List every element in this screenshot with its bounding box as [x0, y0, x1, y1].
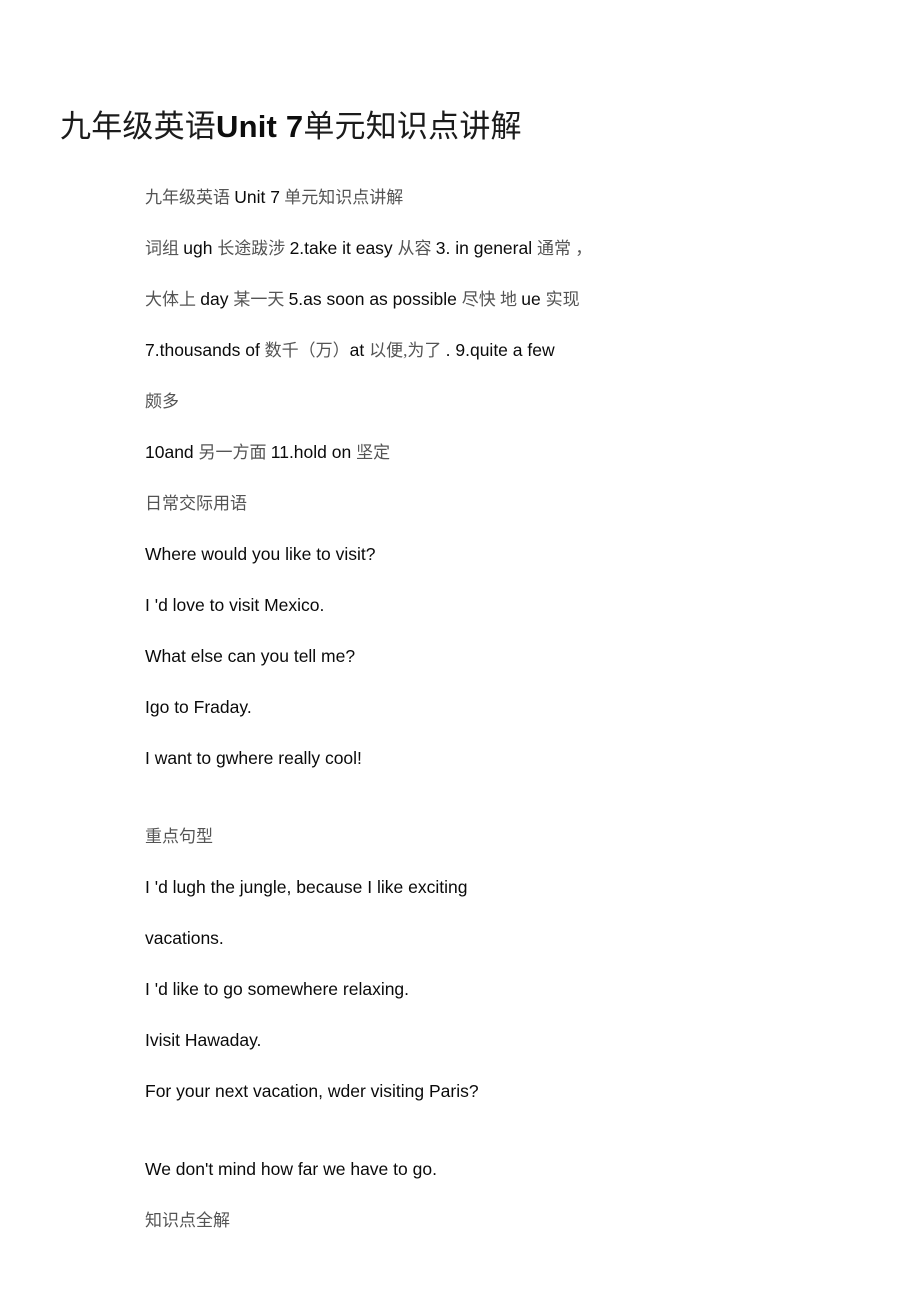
phrases-line-3-run-1: 数千（万）: [264, 341, 350, 360]
phrases-line-4: 颇多: [145, 392, 179, 411]
phrases-line-2-run-5: ue: [521, 289, 546, 309]
phrases-line-5-run-3: 坚定: [356, 443, 391, 462]
heading-key-sentence-patterns: 重点句型: [145, 827, 213, 846]
phrases-line-1-run-0: 词组: [145, 239, 184, 258]
document-body: 九年级英语 Unit 7 单元知识点讲解 词组 ugh 长途跋涉 2.take i…: [145, 172, 805, 1246]
pattern-line-1: I 'd lugh the jungle, because I like exc…: [145, 877, 468, 897]
phrases-line-1-run-6: 通常 ，: [536, 239, 593, 258]
page-title-cn-suffix: 单元知识点讲解: [303, 109, 522, 144]
phrases-line-2-run-1: day: [200, 289, 234, 309]
phrases-line-1: 词组 ugh 长途跋涉 2.take it easy 从容 3. in gene…: [145, 223, 805, 274]
phrases-line-1-run-4: 从容: [397, 239, 436, 258]
subtitle-line-run-0: 九年级英语: [145, 188, 235, 207]
pattern-line-5: For your next vacation, wder visiting Pa…: [145, 1081, 479, 1101]
phrases-line-2-run-4: 尽快 地: [461, 290, 522, 309]
page-title: 九年级英语Unit 7单元知识点讲解: [60, 108, 522, 147]
phrases-line-2-run-2: 某一天: [233, 290, 289, 309]
dialogue-line-4: Igo to Fraday.: [145, 697, 252, 717]
phrases-line-2-run-6: 实现: [545, 290, 580, 309]
page-title-cn-prefix: 九年级英语: [60, 109, 216, 144]
phrases-line-1-run-1: ugh: [183, 238, 218, 258]
phrases-line-3-run-0: 7.thousands of: [145, 340, 265, 360]
heading-daily-expressions: 日常交际用语: [145, 494, 247, 513]
dialogue-line-5: I want to gwhere really cool!: [145, 748, 362, 768]
subtitle-line-run-1: Unit 7: [234, 187, 280, 207]
phrases-line-1-run-3: 2.take it easy: [289, 238, 398, 258]
pattern-line-4: Ivisit Hawaday.: [145, 1030, 262, 1050]
dialogue-line-1: Where would you like to visit?: [145, 544, 376, 564]
pattern-line-3: I 'd like to go somewhere relaxing.: [145, 979, 410, 999]
phrases-line-3-run-2: at: [349, 340, 370, 360]
dialogue-line-3: What else can you tell me?: [145, 646, 356, 666]
phrases-line-1-run-5: 3. in general: [435, 238, 537, 258]
phrases-line-5-run-1: 另一方面: [198, 443, 271, 462]
heading-knowledge-points: 知识点全解: [145, 1211, 230, 1230]
phrases-line-3: 7.thousands of 数千（万）at 以便,为了 . 9.quite a…: [145, 325, 805, 376]
subtitle-line: 九年级英语 Unit 7 单元知识点讲解: [145, 172, 805, 223]
phrases-line-1-run-2: 长途跋涉: [217, 239, 290, 258]
pattern-line-2: vacations.: [145, 928, 224, 948]
phrases-line-3-run-4: . 9.quite a few: [445, 340, 555, 360]
document-page: 九年级英语Unit 7单元知识点讲解 九年级英语 Unit 7 单元知识点讲解词…: [0, 0, 920, 1303]
dialogue-line-2: I 'd love to visit Mexico.: [145, 595, 325, 615]
phrases-line-5-run-2: 11.hold on: [270, 442, 357, 462]
phrases-line-2-run-0: 大体上: [145, 290, 201, 309]
pattern-line-6: We don't mind how far we have to go.: [145, 1159, 437, 1179]
page-title-unit: Unit 7: [216, 109, 304, 144]
phrases-line-5-run-0: 10and: [145, 442, 199, 462]
subtitle-line-run-2: 单元知识点讲解: [279, 188, 404, 207]
phrases-line-2: 大体上 day 某一天 5.as soon as possible 尽快 地 u…: [145, 274, 805, 325]
phrases-line-3-run-3: 以便,为了: [369, 341, 446, 360]
phrases-line-5: 10and 另一方面 11.hold on 坚定: [145, 427, 805, 478]
phrases-line-2-run-3: 5.as soon as possible: [288, 289, 462, 309]
